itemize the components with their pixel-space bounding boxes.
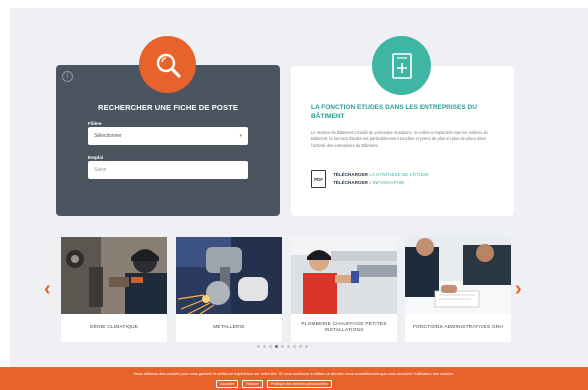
job-card-fonctions-administratives[interactable]: FONCTIONS ADMINISTRATIVES GRH	[405, 237, 511, 342]
pdf-icon: PDF	[311, 170, 326, 188]
search-panel-title: RECHERCHER UNE FICHE DE POSTE	[97, 103, 239, 112]
cookie-accept-button[interactable]: Accepter	[216, 380, 239, 388]
carousel-pagination	[257, 345, 308, 348]
info-panel-title: LA FONCTION ETUDES DANS LES ENTREPRISES …	[311, 104, 477, 120]
cookie-refuse-button[interactable]: Refuser	[242, 380, 263, 388]
emploi-input-placeholder: Saisir	[94, 167, 107, 173]
job-card-plomberie[interactable]: PLOMBERIE CHAUFFAGE PETITES INSTALLATION…	[291, 237, 397, 342]
job-card-genie-climatique[interactable]: GÉNIE CLIMATIQUE	[61, 237, 167, 342]
chevron-down-icon: ▾	[239, 133, 242, 139]
carousel-prev-arrow[interactable]: ‹	[44, 279, 51, 299]
carousel-dot[interactable]	[257, 345, 260, 348]
job-card-label: MÉTALLERIE	[213, 325, 245, 330]
filiere-label: Filière	[88, 121, 102, 126]
job-card-label: GÉNIE CLIMATIQUE	[89, 325, 139, 330]
job-photo-genie-climatique	[61, 237, 167, 314]
info-panel-description: Le secteur du Bâtiment connaît de profon…	[311, 130, 488, 148]
job-photo-fonctions-administratives	[405, 237, 511, 314]
carousel-next-arrow[interactable]: ›	[515, 279, 522, 299]
privacy-policy-button[interactable]: Politique des données personnelles	[266, 380, 332, 388]
carousel-dot[interactable]	[293, 345, 296, 348]
carousel-dot[interactable]	[287, 345, 290, 348]
carousel-dot[interactable]	[299, 345, 302, 348]
carousel-dot[interactable]	[305, 345, 308, 348]
carousel-dot[interactable]	[281, 345, 284, 348]
download-synthese-link[interactable]: TÉLÉCHARGER LA SYNTHÈSE DE L'ÉTUDE	[333, 172, 429, 177]
carousel-dot[interactable]	[275, 345, 278, 348]
job-card-label: PLOMBERIE CHAUFFAGE PETITES INSTALLATION…	[301, 322, 387, 333]
job-photo-plomberie	[291, 237, 397, 314]
carousel-dot[interactable]	[269, 345, 272, 348]
search-icon	[139, 36, 196, 93]
cookie-consent-text: Nous utilisons des cookies pour vous gar…	[133, 371, 455, 376]
job-card-label: FONCTIONS ADMINISTRATIVES GRH	[412, 325, 504, 330]
filiere-select[interactable]: Sélectionner ▾	[88, 127, 248, 145]
carousel-dot[interactable]	[263, 345, 266, 348]
job-card-metallerie[interactable]: MÉTALLERIE	[176, 237, 282, 342]
emploi-label: Emploi	[88, 155, 104, 160]
filiere-select-value: Sélectionner	[94, 133, 122, 139]
info-icon[interactable]: i	[62, 71, 73, 82]
emploi-input[interactable]: Saisir	[88, 161, 248, 179]
cookie-consent-bar: Nous utilisons des cookies pour vous gar…	[0, 367, 588, 390]
document-plus-icon	[372, 36, 431, 95]
download-infographie-link[interactable]: TÉLÉCHARGER L'INFOGRAPHIE	[333, 180, 404, 185]
job-photo-metallerie	[176, 237, 282, 314]
